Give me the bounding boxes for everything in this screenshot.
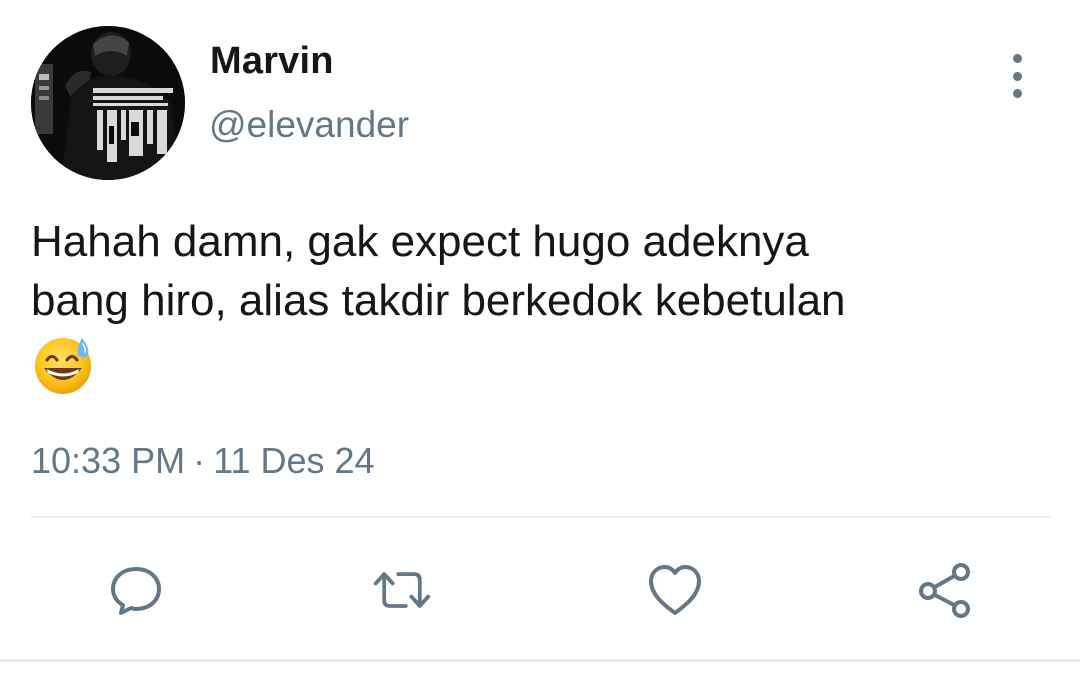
share-button[interactable] — [915, 560, 975, 620]
tweet-text-line: Hahah damn, gak expect hugo adeknya — [31, 217, 809, 266]
tweet-time: 10:33 PM — [31, 440, 186, 481]
tweet-date: 11 Des 24 — [213, 440, 375, 481]
bottom-divider — [0, 659, 1080, 662]
avatar[interactable] — [31, 26, 185, 180]
like-button[interactable] — [645, 560, 705, 620]
tweet-timestamp[interactable]: 10:33 PM · 11 Des 24 — [31, 440, 375, 482]
speech-bubble-icon — [111, 567, 161, 615]
vertical-ellipsis-dot — [1012, 89, 1022, 98]
vertical-ellipsis-dot — [1012, 71, 1022, 81]
more-options-button[interactable] — [1000, 54, 1034, 98]
share-icon — [919, 563, 970, 618]
avatar-photo — [31, 26, 185, 180]
heart-icon — [649, 565, 701, 615]
vertical-ellipsis-icon — [1012, 54, 1022, 63]
tweet-card: Marvin @elevander Hahah damn, gak expect… — [0, 0, 1080, 681]
retweet-icon — [373, 572, 431, 608]
grinning-face-with-sweat-icon — [32, 334, 94, 396]
reply-button[interactable] — [106, 560, 166, 620]
divider — [31, 516, 1050, 518]
user-handle[interactable]: @elevander — [209, 104, 409, 146]
tweet-text: Hahah damn, gak expect hugo adeknya bang… — [31, 212, 1051, 330]
meta-separator: · — [193, 440, 206, 481]
display-name[interactable]: Marvin — [210, 40, 334, 83]
tweet-text-line: bang hiro, alias takdir berkedok kebetul… — [31, 276, 846, 325]
retweet-button[interactable] — [372, 560, 432, 620]
